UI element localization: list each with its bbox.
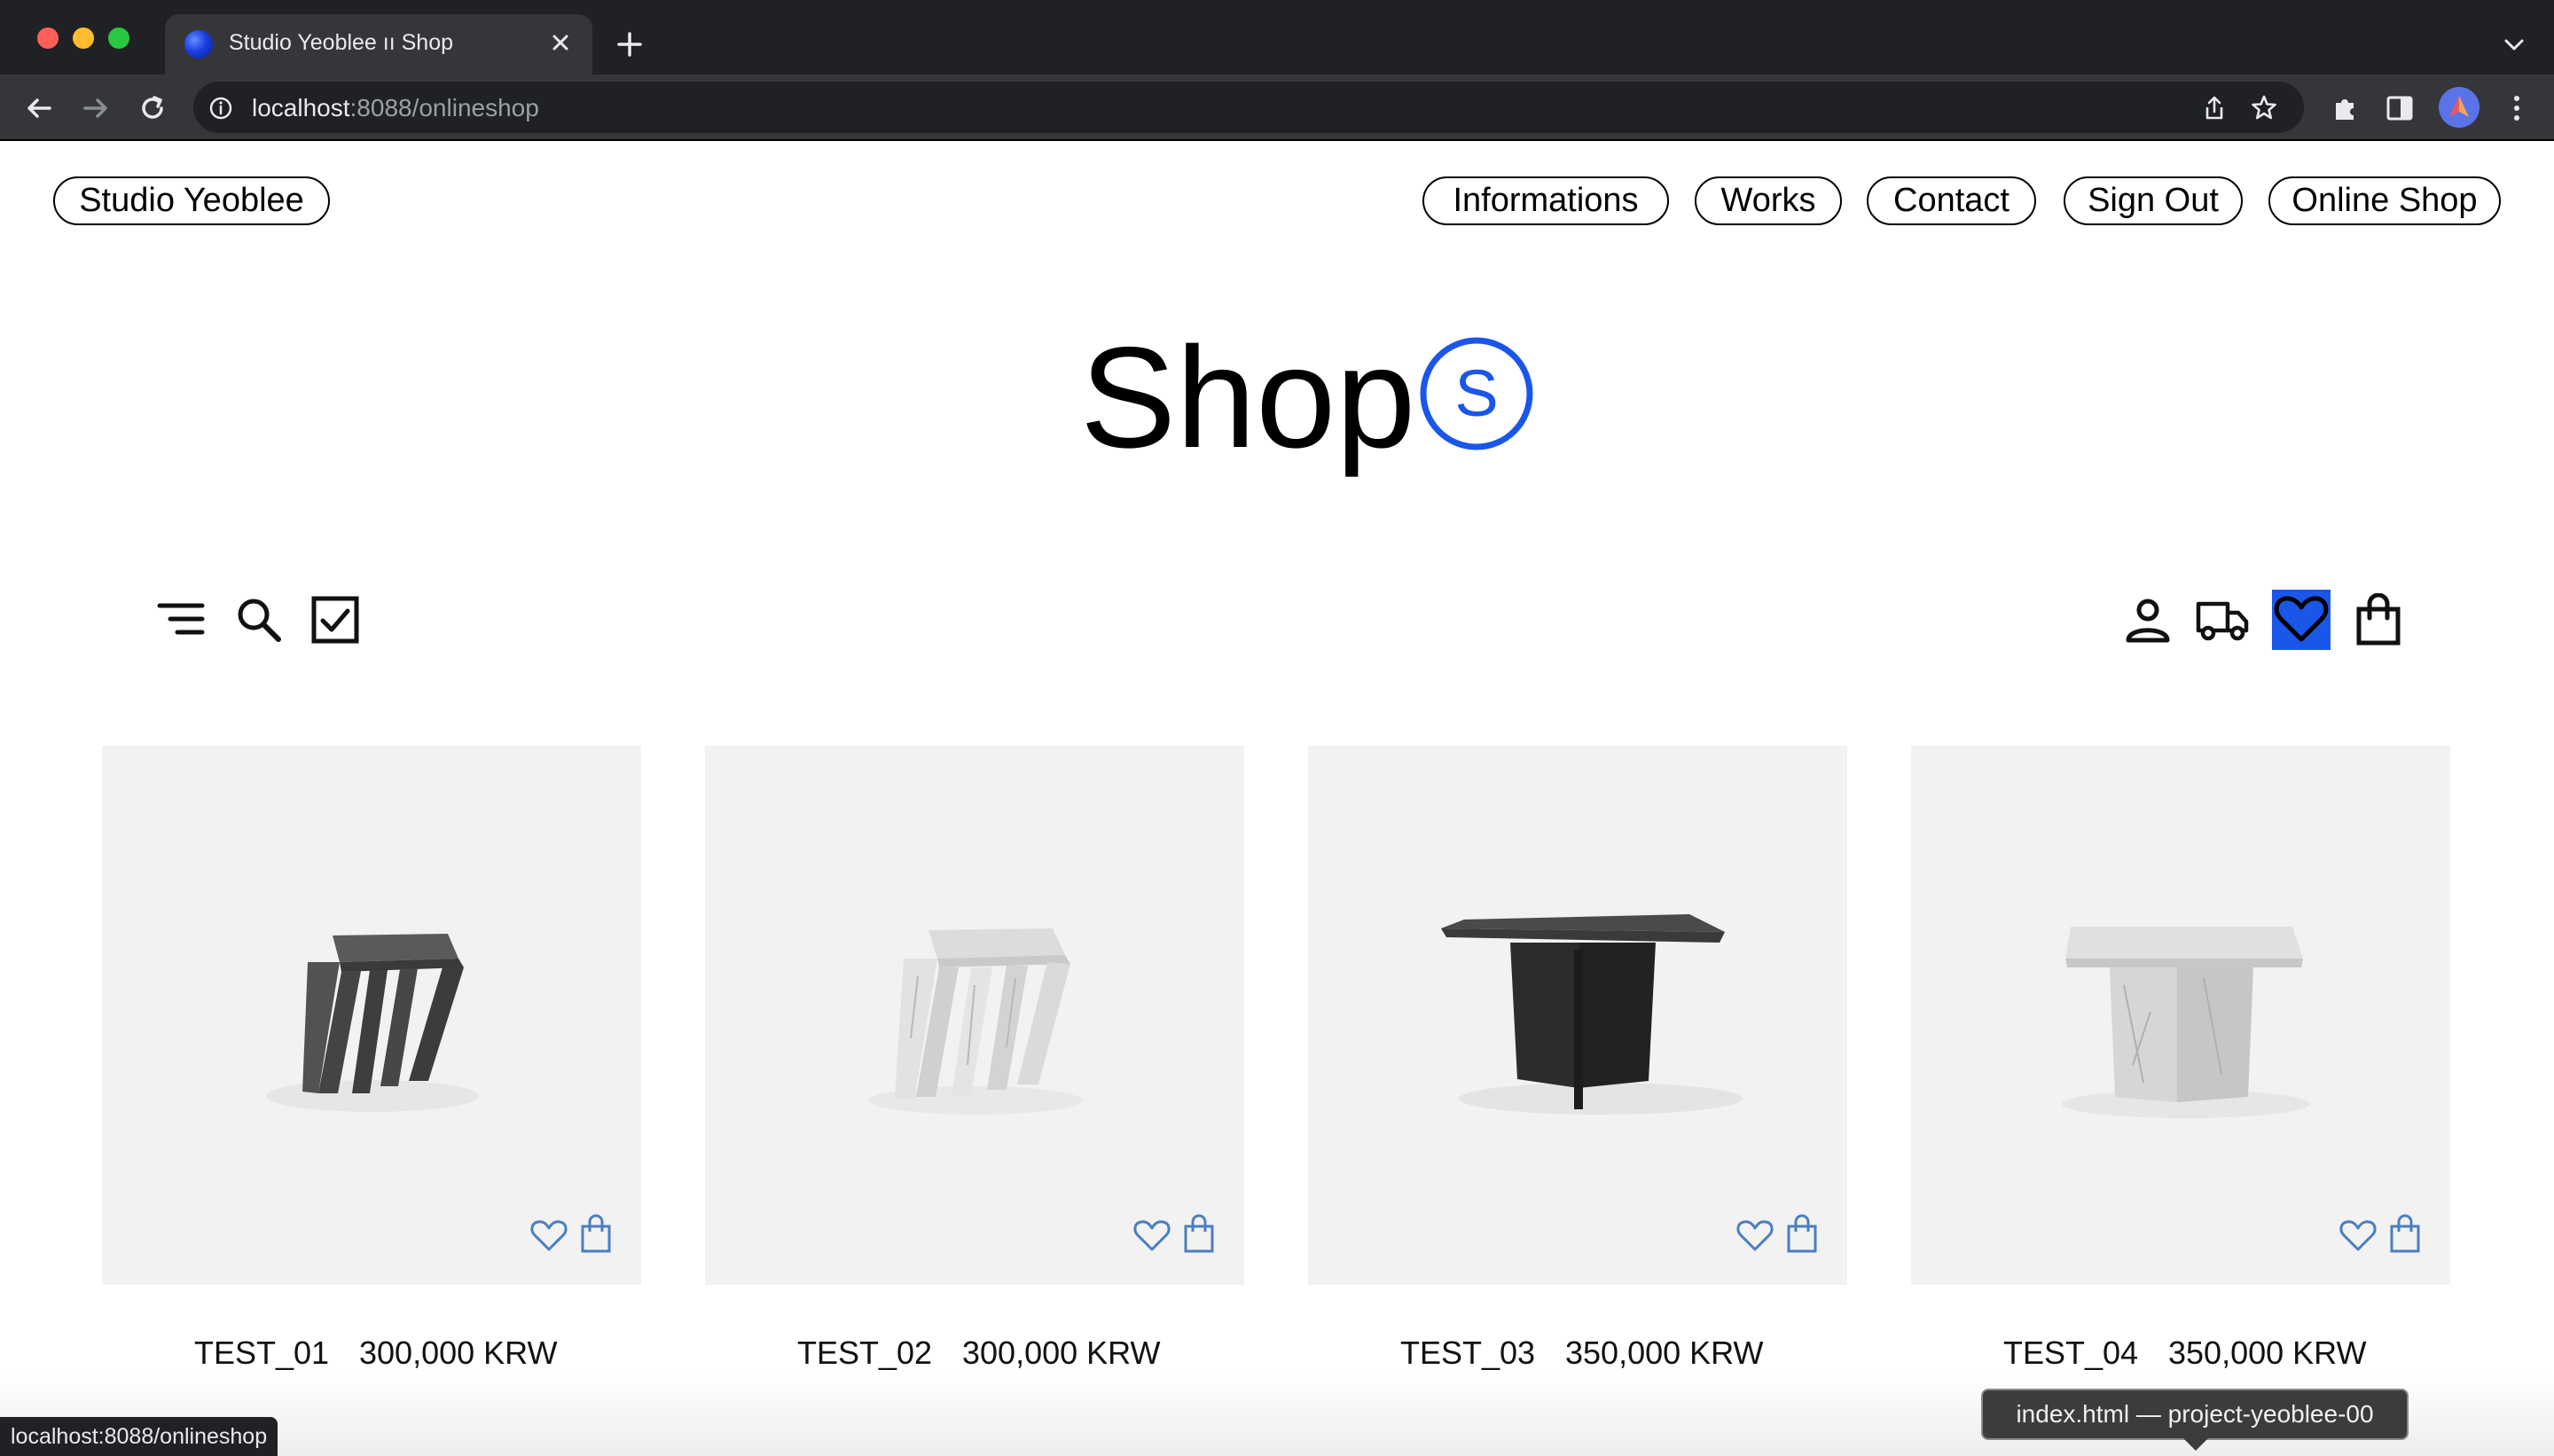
nav-link-online-shop[interactable]: Online Shop (2268, 176, 2501, 225)
product-table-dark-image (1441, 914, 1743, 1115)
add-to-wishlist-icon[interactable] (1132, 1216, 1171, 1255)
profile-avatar-icon (2449, 96, 2469, 117)
add-to-wishlist-icon[interactable] (1735, 1216, 1774, 1255)
shopping-bag-icon[interactable] (2352, 593, 2405, 646)
product-image[interactable] (102, 746, 641, 1285)
add-to-cart-icon[interactable] (577, 1214, 615, 1255)
product-price: 350,000 KRW (2168, 1335, 2367, 1371)
shop-logo-letter: S (1454, 356, 1498, 430)
site-favicon-icon (184, 30, 213, 59)
product-price: 300,000 KRW (962, 1335, 1161, 1371)
nav-link-contact[interactable]: Contact (1867, 176, 2036, 225)
product-price: 350,000 KRW (1565, 1335, 1764, 1371)
dock-tooltip-arrow (2183, 1438, 2208, 1451)
product-name[interactable]: TEST_03 (1400, 1331, 1535, 1375)
close-window-button[interactable] (37, 27, 59, 49)
minimize-window-button[interactable] (73, 27, 94, 49)
url-text: localhost:8088/onlineshop (252, 94, 539, 121)
product-name[interactable]: TEST_02 (797, 1331, 932, 1375)
close-tab-icon[interactable] (544, 27, 576, 59)
wishlist-button-active[interactable] (2272, 590, 2331, 650)
product-info: TEST_04 350,000 KRW (1911, 1331, 2450, 1375)
product-stool-dark-image (266, 934, 479, 1112)
product-name[interactable]: TEST_04 (2003, 1331, 2138, 1375)
add-to-cart-icon[interactable] (1180, 1214, 1218, 1255)
site-info-icon[interactable] (208, 95, 234, 121)
page-title: Shop (1080, 317, 1416, 478)
product-table-marble-image (2062, 927, 2310, 1118)
product-price: 300,000 KRW (359, 1335, 558, 1371)
chevron-down-icon[interactable] (2499, 30, 2529, 60)
page-viewport: Studio Yeoblee Informations Works Contac… (0, 141, 2554, 1456)
browser-tab-bar: Studio Yeoblee ıı Shop (0, 0, 2554, 74)
browser-menu-icon[interactable] (2499, 90, 2534, 126)
add-to-cart-icon[interactable] (1783, 1214, 1821, 1255)
checkbox-icon[interactable] (309, 593, 362, 646)
nav-link-works[interactable]: Works (1695, 176, 1842, 225)
hero-header: Shop S (0, 309, 2554, 487)
nav-link-informations[interactable]: Informations (1422, 176, 1669, 225)
product-image[interactable] (1911, 746, 2450, 1285)
address-bar[interactable]: localhost:8088/onlineshop (193, 82, 2304, 133)
add-to-cart-icon[interactable] (2386, 1214, 2424, 1255)
add-to-wishlist-icon[interactable] (2339, 1216, 2378, 1255)
product-stool-marble-image (869, 928, 1082, 1115)
product-image[interactable] (705, 746, 1244, 1285)
nav-link-sign-out[interactable]: Sign Out (2064, 176, 2243, 225)
reload-icon[interactable] (135, 90, 170, 126)
share-icon[interactable] (2199, 93, 2229, 123)
brand-link[interactable]: Studio Yeoblee (53, 176, 330, 225)
browser-tab-active[interactable]: Studio Yeoblee ıı Shop (165, 14, 592, 74)
browser-toolbar: localhost:8088/onlineshop (0, 74, 2554, 140)
new-tab-icon[interactable] (612, 27, 647, 62)
side-panel-icon[interactable] (2382, 90, 2417, 126)
profile-avatar[interactable] (2439, 87, 2480, 128)
product-info: TEST_01 300,000 KRW (102, 1331, 641, 1375)
user-icon[interactable] (2121, 593, 2174, 646)
extensions-puzzle-icon[interactable] (2327, 90, 2362, 126)
heart-icon (2274, 596, 2329, 642)
product-info: TEST_02 300,000 KRW (705, 1331, 1244, 1375)
menu-icon[interactable] (156, 593, 209, 646)
product-name[interactable]: TEST_01 (194, 1331, 329, 1375)
tab-title: Studio Yeoblee ıı Shop (229, 30, 454, 55)
truck-icon[interactable] (2196, 593, 2249, 646)
dock-tooltip: index.html — project-yeoblee-00 (1981, 1389, 2409, 1440)
forward-arrow-icon[interactable] (78, 90, 114, 126)
link-status-bar: localhost:8088/onlineshop (0, 1417, 278, 1456)
bookmark-star-icon[interactable] (2249, 93, 2279, 123)
add-to-wishlist-icon[interactable] (529, 1216, 568, 1255)
back-arrow-icon[interactable] (21, 90, 57, 126)
maximize-window-button[interactable] (108, 27, 129, 49)
search-icon[interactable] (232, 593, 286, 646)
product-info: TEST_03 350,000 KRW (1308, 1331, 1847, 1375)
shop-logo-icon: S (1420, 337, 1533, 450)
product-image[interactable] (1308, 746, 1847, 1285)
